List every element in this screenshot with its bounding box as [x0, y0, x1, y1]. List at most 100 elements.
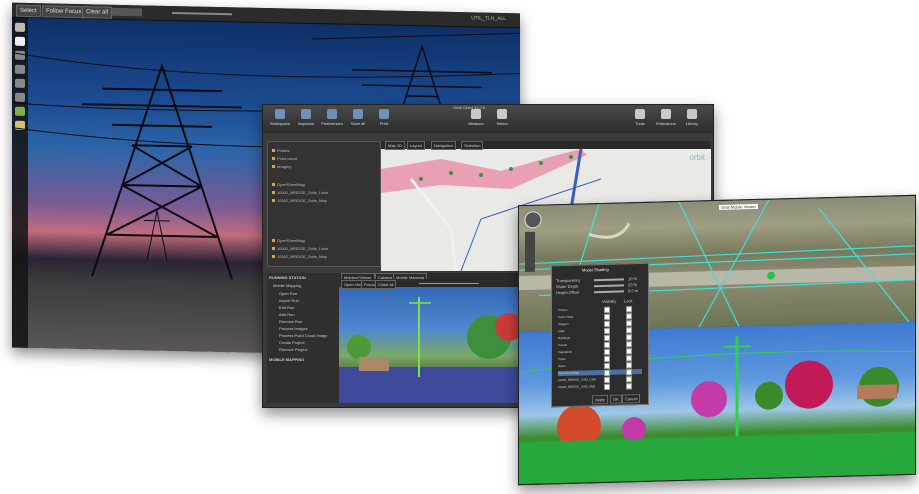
lock-checkbox[interactable] [626, 376, 632, 383]
lock-checkbox[interactable] [626, 327, 632, 334]
visibility-checkbox[interactable] [604, 320, 610, 327]
layer-name: Terrain [558, 342, 568, 348]
lock-checkbox[interactable] [626, 334, 632, 341]
visibility-checkbox[interactable] [604, 348, 610, 355]
tree-item[interactable]: Edit Run [279, 305, 294, 310]
tree-section-title: MOBILE MAPPING [269, 357, 305, 362]
preferences-button[interactable]: Preferences [319, 109, 345, 126]
lock-checkbox[interactable] [626, 383, 632, 390]
print-button[interactable]: Print [371, 109, 397, 126]
measure-button[interactable]: Measure [463, 109, 489, 126]
road [409, 178, 458, 271]
layer-item[interactable]: 10002_BRIDGE_Soltz_Map [272, 198, 327, 203]
view-slider[interactable] [419, 283, 479, 284]
visibility-checkbox[interactable] [604, 376, 610, 383]
cancel-button[interactable]: Cancel [622, 394, 641, 404]
save-all-button[interactable]: Save all [345, 109, 371, 126]
tree-section-title: RUNNING STATION [269, 275, 306, 280]
lock-checkbox[interactable] [626, 306, 632, 313]
cursor-icon [497, 109, 507, 119]
visibility-checkbox[interactable] [604, 341, 610, 348]
ribbon-label: Select [496, 121, 508, 126]
tree-item[interactable]: Add Run [279, 312, 295, 317]
visibility-checkbox[interactable] [604, 327, 610, 334]
lock-checkbox[interactable] [626, 341, 632, 348]
visibility-checkbox[interactable] [604, 362, 610, 369]
lock-checkbox[interactable] [626, 362, 632, 369]
model-shading-dialog: Model Shading Transparency 10 % Water De… [551, 262, 649, 408]
visibility-checkbox[interactable] [604, 306, 610, 313]
library-button[interactable]: Library [679, 109, 705, 126]
print-icon [379, 109, 389, 119]
water-depth-slider[interactable] [594, 284, 624, 288]
lock-checkbox[interactable] [626, 369, 632, 376]
slider-value: 10 % [628, 276, 638, 282]
map-tab-bar: Map 2D Layout Navigation Selection [381, 141, 711, 150]
layer-row[interactable]: OpenStreetMap [558, 368, 642, 377]
lock-checkbox[interactable] [626, 313, 632, 320]
select-tool-button[interactable]: Select [489, 109, 515, 126]
layer-row[interactable]: 10002_BRIDGE_Soltz_Map [558, 383, 642, 390]
visibility-checkbox[interactable] [604, 369, 610, 376]
layer-name: Buildings [558, 335, 571, 341]
inspector-button[interactable]: Inspector [293, 109, 319, 126]
layer-row[interactable]: Terrain [558, 341, 642, 348]
layer-name: Wires [558, 363, 566, 369]
layer-item[interactable]: Imagery [272, 164, 291, 169]
layer-name: Imagery [558, 321, 569, 327]
dialog-title: Model Shading [582, 266, 609, 273]
layer-item[interactable]: 10001_BRIDGE_Soltz_Lidar [272, 190, 328, 195]
layer-row[interactable]: Imagery [558, 320, 642, 327]
slider-label: Transparency [556, 277, 581, 284]
layer-row[interactable]: Lidar [558, 327, 642, 334]
visibility-checkbox[interactable] [604, 313, 610, 320]
mobile-viewer-window: Orbit Mobile Viewer Model Shading Transp… [518, 194, 916, 486]
tree-item[interactable]: Open Run [279, 291, 297, 296]
point-cloud-scene [339, 297, 529, 403]
tools-button[interactable]: Tools [627, 109, 653, 126]
tree-item[interactable]: Remove Project [279, 347, 307, 352]
lock-checkbox[interactable] [626, 348, 632, 355]
column-header: Lock [624, 298, 633, 304]
layer-item[interactable]: Photos [272, 148, 289, 153]
layer-row[interactable]: Photos [558, 306, 642, 313]
layer-item[interactable]: OpenStreetMap [272, 182, 305, 187]
layer-item[interactable]: 10002_BRIDGE_Soltz_Map [272, 254, 327, 259]
puzzle-icon [661, 109, 671, 119]
layer-row[interactable]: Buildings [558, 334, 642, 341]
layer-item[interactable]: Point cloud [272, 156, 297, 161]
column-header: Visibility [602, 298, 617, 305]
tree-item[interactable]: Remove Run [279, 319, 302, 324]
tree-item[interactable]: Process Point Cloud Image [279, 333, 327, 338]
tree-item[interactable]: Create Project [279, 340, 305, 345]
visibility-checkbox[interactable] [604, 383, 610, 390]
layer-row[interactable]: 10001_BRIDGE_Soltz_Lidar [558, 376, 642, 383]
zoom-control[interactable] [525, 231, 535, 273]
ribbon-toolbar: Orbit Client 11.2.5 Workspace Inspector … [263, 105, 713, 133]
mobile-mapping-view[interactable]: Open View Focus Close all [339, 279, 529, 403]
visibility-checkbox[interactable] [604, 355, 610, 362]
transmission-tower-left [82, 62, 242, 280]
apply-button[interactable]: Apply [592, 394, 609, 405]
layer-row[interactable]: Wires [558, 362, 642, 369]
ribbon-label: Extensions [656, 121, 676, 126]
tree-item[interactable]: Process Images [279, 326, 308, 331]
layer-item[interactable]: 10001_BRIDGE_Soltz_Lidar [272, 246, 328, 251]
tree-node-mobile-mapping[interactable]: Mobile Mapping [273, 283, 301, 288]
layer-row[interactable]: Point cloud [558, 313, 642, 320]
extensions-button[interactable]: Extensions [653, 109, 679, 126]
slider-value: 20 % [628, 282, 638, 288]
tree-item[interactable]: Import Run [279, 298, 299, 303]
layer-row[interactable]: Vegetation [558, 348, 642, 355]
layer-item[interactable]: OpenStreetMap [272, 238, 305, 243]
visibility-checkbox[interactable] [604, 334, 610, 341]
compass-icon[interactable] [524, 211, 542, 229]
transparency-slider[interactable] [594, 278, 624, 282]
lock-checkbox[interactable] [626, 320, 632, 327]
height-offset-slider[interactable] [594, 290, 624, 294]
lock-checkbox[interactable] [626, 355, 632, 362]
workspace-button[interactable]: Workspace [267, 109, 293, 126]
wrench-icon [635, 109, 645, 119]
ok-button[interactable]: OK [610, 394, 622, 404]
layer-row[interactable]: Poles [558, 355, 642, 362]
